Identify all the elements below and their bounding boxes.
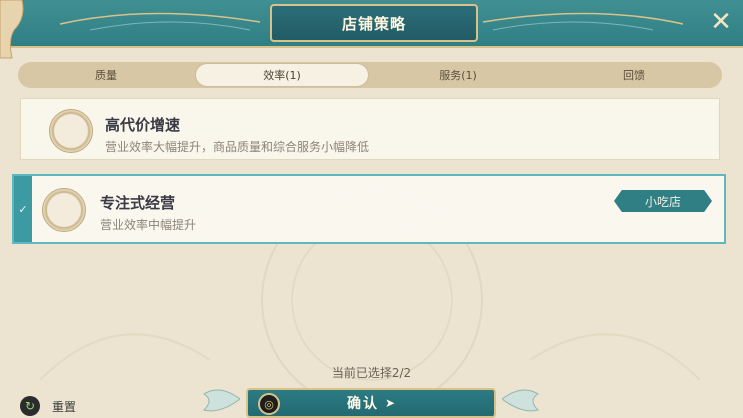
reset-icon: ↻ <box>20 396 40 416</box>
controller-key-icon: ◎ <box>258 393 280 415</box>
strategy-scroll-icon <box>49 109 93 153</box>
strategy-description: 营业效率大幅提升，商品质量和综合服务小幅降低 <box>105 140 370 154</box>
checkmark-icon: ✓ <box>18 202 28 216</box>
shop-type-badge: 小吃店 <box>614 190 712 212</box>
strategy-title: 专注式经营 <box>100 194 176 212</box>
tab-efficiency[interactable]: 效率(1) <box>196 64 368 86</box>
title-plate: 店铺策略 <box>270 4 478 42</box>
header-bar: 店铺策略 ✕ <box>0 0 743 48</box>
selection-count: 当前已选择2/2 <box>331 366 412 380</box>
selection-indicator: ✓ <box>14 176 32 242</box>
page-title: 店铺策略 <box>341 14 406 33</box>
close-icon: ✕ <box>710 7 732 37</box>
strategy-scroll-icon <box>42 188 86 232</box>
right-ornament-icon <box>502 389 539 412</box>
tab-quality[interactable]: 质量 <box>20 64 192 86</box>
reset-button[interactable]: ↻ 重置 <box>20 396 76 416</box>
confirm-label: 确认 <box>346 396 379 412</box>
tab-feedback[interactable]: 回馈 <box>548 64 720 86</box>
strategy-title: 高代价增速 <box>105 116 181 134</box>
close-button[interactable]: ✕ <box>707 7 735 37</box>
left-ornament-icon <box>203 389 240 412</box>
category-tabs: 质量 效率(1) 服务(1) 回馈 <box>18 62 722 88</box>
corner-ornament-icon <box>0 0 24 59</box>
tab-service[interactable]: 服务(1) <box>372 64 544 86</box>
reset-label: 重置 <box>52 399 77 414</box>
strategy-description: 营业效率中幅提升 <box>100 218 197 232</box>
arrow-icon: ➤ <box>384 396 396 410</box>
strategy-card[interactable]: 高代价增速 营业效率大幅提升，商品质量和综合服务小幅降低 <box>20 98 720 160</box>
strategy-card-selected[interactable]: ✓ 专注式经营 营业效率中幅提升 小吃店 <box>12 174 726 244</box>
